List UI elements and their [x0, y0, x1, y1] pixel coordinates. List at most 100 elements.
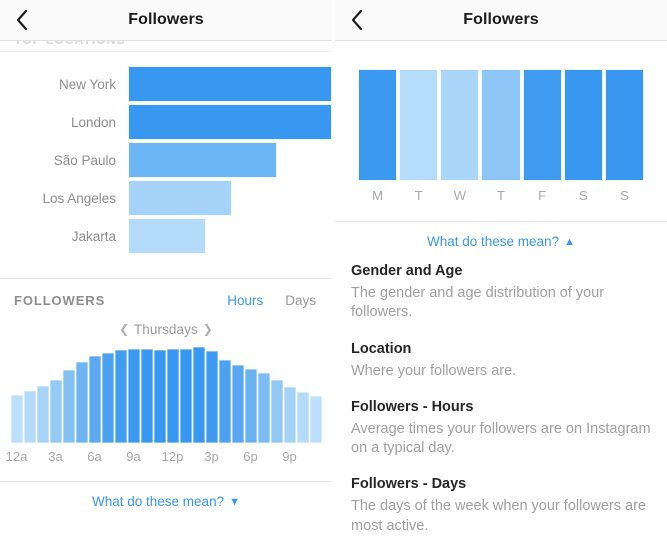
location-bar-track: [128, 180, 332, 216]
days-axis-label: S: [564, 188, 603, 203]
chevron-up-icon: ▲: [564, 236, 575, 248]
hour-bar: [115, 350, 127, 443]
followers-days-chart: [335, 69, 667, 181]
hour-bar: [154, 350, 166, 443]
back-button[interactable]: [11, 9, 33, 31]
hour-bar: [258, 373, 270, 443]
location-row: Los Angeles: [0, 180, 332, 216]
location-row: New York: [0, 66, 332, 102]
prev-day-button[interactable]: ❮: [119, 322, 129, 336]
hours-axis-label: 6a: [87, 449, 101, 464]
location-bar-track: [128, 142, 332, 178]
location-label: New York: [0, 77, 128, 92]
right-navbar: Followers: [335, 0, 667, 41]
days-axis-label: S: [605, 188, 644, 203]
dual-screenshot-container: Followers TOP LOCATIONS New York London Sã…: [0, 0, 667, 543]
location-row: São Paulo: [0, 142, 332, 178]
hours-axis-label: 12a: [6, 449, 28, 464]
page-title: Followers: [128, 11, 204, 29]
day-bar: [523, 69, 562, 181]
tab-hours[interactable]: Hours: [227, 293, 263, 308]
what-do-these-mean-link-right[interactable]: What do these mean? ▲: [335, 222, 667, 259]
left-phone-screen: Followers TOP LOCATIONS New York London Sã…: [0, 0, 332, 543]
location-bar: [128, 142, 277, 178]
definitions-list: Gender and Age The gender and age distrib…: [335, 259, 667, 536]
hour-bar: [24, 391, 36, 443]
location-bar: [128, 180, 232, 216]
definition-block: Followers - HoursAverage times your foll…: [351, 399, 651, 459]
hour-bar: [63, 370, 75, 443]
days-axis-label: F: [523, 188, 562, 203]
location-row: London: [0, 104, 332, 140]
hours-axis-label: 9a: [126, 449, 140, 464]
hour-bar: [89, 356, 101, 443]
hour-bar: [102, 353, 114, 443]
hour-bar: [284, 387, 296, 443]
what-do-these-mean-label-right: What do these mean?: [427, 234, 559, 249]
hour-bar: [180, 349, 192, 443]
definition-term: Gender and Age: [351, 263, 651, 279]
day-bar: [440, 69, 479, 181]
hours-axis-label: 3p: [204, 449, 218, 464]
days-axis-label: M: [358, 188, 397, 203]
hours-axis-label: 12p: [162, 449, 184, 464]
definition-block: Gender and Age The gender and age distrib…: [351, 263, 651, 323]
what-do-these-mean-link-left[interactable]: What do these mean? ▼: [0, 482, 332, 519]
hour-bar: [50, 380, 62, 443]
location-label: Jakarta: [0, 229, 128, 244]
hour-bar: [271, 380, 283, 443]
day-bar: [399, 69, 438, 181]
hour-bar: [141, 349, 153, 443]
clipped-section-header: TOP LOCATIONS: [0, 41, 332, 52]
days-axis: MTWTFSS: [335, 188, 667, 203]
what-do-these-mean-label-left: What do these mean?: [92, 494, 224, 509]
hour-bar: [297, 392, 309, 443]
page-title-right: Followers: [463, 11, 539, 29]
days-axis-label: T: [399, 188, 438, 203]
back-button-right[interactable]: [346, 9, 368, 31]
day-bar: [605, 69, 644, 181]
chevron-down-icon: ▼: [229, 496, 240, 508]
location-bar-track: [128, 104, 332, 140]
day-bar: [564, 69, 603, 181]
day-bar: [481, 69, 520, 181]
tab-days[interactable]: Days: [285, 293, 316, 308]
hour-bar: [76, 362, 88, 443]
location-bar-track: [128, 218, 332, 254]
definition-description: Average times your followers are on Inst…: [351, 420, 651, 459]
next-day-button[interactable]: ❯: [203, 322, 213, 336]
location-bar: [128, 104, 332, 140]
definition-description: Where your followers are.: [351, 362, 651, 381]
hours-axis-label: 6p: [243, 449, 257, 464]
definition-description: The gender and age distribution of your …: [351, 284, 651, 323]
location-label: London: [0, 115, 128, 130]
hour-bar: [37, 386, 49, 443]
location-label: Los Angeles: [0, 191, 128, 206]
days-axis-label: T: [481, 188, 520, 203]
definition-term: Followers - Days: [351, 476, 651, 492]
chevron-left-icon: [15, 9, 29, 31]
hours-axis-label: 3a: [48, 449, 62, 464]
hour-bar: [310, 396, 322, 443]
hour-bar: [245, 369, 257, 443]
location-label: São Paulo: [0, 153, 128, 168]
followers-hours-chart: [0, 347, 332, 443]
definition-description: The days of the week when your followers…: [351, 497, 651, 536]
location-bar: [128, 218, 206, 254]
location-bar: [128, 66, 332, 102]
day-stepper: ❮ Thursdays ❯: [0, 318, 332, 347]
chevron-left-icon: [350, 9, 364, 31]
hour-bar: [219, 360, 231, 443]
hours-axis-label: 9p: [282, 449, 296, 464]
clipped-section-header-label: TOP LOCATIONS: [14, 41, 126, 47]
hour-bar: [206, 351, 218, 443]
days-axis-label: W: [440, 188, 479, 203]
hour-bar: [11, 395, 23, 444]
followers-section-title: FOLLOWERS: [14, 293, 205, 308]
definition-term: Location: [351, 341, 651, 357]
hours-axis: 12a3a6a9a12p3p6p9p: [10, 449, 322, 471]
left-navbar: Followers: [0, 0, 332, 41]
hour-bar: [167, 349, 179, 443]
followers-section-header: FOLLOWERS Hours Days: [0, 279, 332, 318]
location-bar-track: [128, 66, 332, 102]
